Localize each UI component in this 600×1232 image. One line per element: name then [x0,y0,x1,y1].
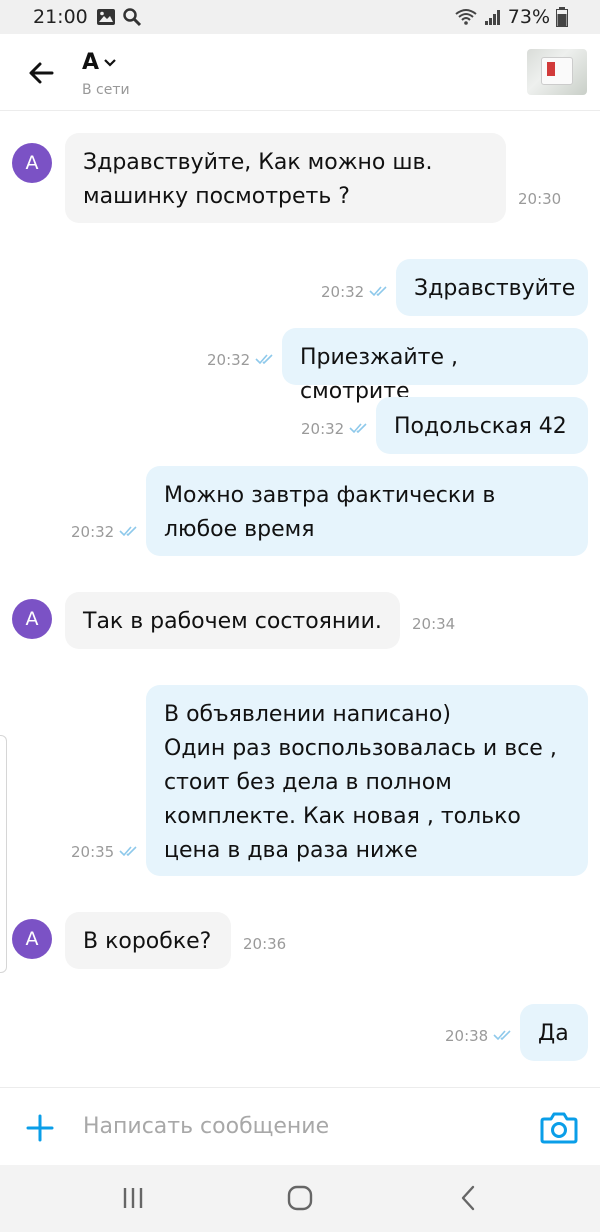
listing-thumbnail[interactable] [527,49,587,95]
message-time: 20:38 [445,1027,489,1045]
read-receipt-icon [369,286,387,297]
camera-icon[interactable] [540,1110,578,1144]
read-receipt-icon [493,1030,511,1041]
message-time: 20:36 [243,935,287,953]
presence-status: В сети [82,82,130,98]
wifi-icon [455,9,477,25]
message-bubble[interactable]: В объявлении написано) Один раз воспольз… [146,685,588,876]
message-time: 20:32 [71,523,115,541]
message-bubble[interactable]: Здравствуйте, Как можно шв. машинку посм… [65,133,506,223]
home-icon[interactable] [283,1183,317,1213]
read-receipt-icon [119,526,137,537]
message-time: 20:32 [321,283,365,301]
contact-name: А [82,50,100,75]
chevron-down-icon [104,58,116,67]
recent-apps-icon[interactable] [116,1183,150,1213]
message-bubble[interactable]: Так в рабочем состоянии. [65,592,400,649]
message-time: 20:32 [207,351,251,369]
back-arrow-icon[interactable] [26,58,56,88]
message-bubble[interactable]: Приезжайте , смотрите [282,328,588,404]
message-input[interactable]: Написать сообщение [83,1114,329,1139]
avatar[interactable]: А [12,599,52,639]
message-time: 20:32 [301,420,345,438]
message-bubble[interactable]: Можно завтра фактически в любое время [146,466,588,556]
plus-icon[interactable] [26,1114,54,1142]
avatar[interactable]: А [12,919,52,959]
contact-name-dropdown[interactable]: А [82,50,117,75]
sewing-machine-image [541,57,573,85]
message-bubble[interactable]: Да [520,1004,588,1061]
message-time: 20:30 [518,190,562,208]
system-navigation-bar [0,1165,600,1232]
avatar[interactable]: А [12,143,52,183]
status-bar: 21:00 73% [0,0,600,34]
back-nav-icon[interactable] [452,1183,486,1213]
message-composer: Написать сообщение [0,1087,600,1166]
edge-panel-handle[interactable] [0,735,7,973]
battery-icon [556,7,568,27]
gallery-icon [97,9,115,25]
message-time: 20:35 [71,843,115,861]
read-receipt-icon [349,423,367,434]
message-bubble[interactable]: Здравствуйте [396,259,588,316]
chat-header: А В сети [0,34,600,111]
signal-icon [484,10,500,25]
message-bubble[interactable]: Подольская 42 [376,397,588,454]
message-bubble[interactable]: В коробке? [65,912,231,969]
battery-percent: 73% [507,6,550,28]
search-notification-icon [123,8,142,27]
read-receipt-icon [119,846,137,857]
status-time: 21:00 [33,6,88,28]
message-time: 20:34 [412,615,456,633]
read-receipt-icon [255,354,273,365]
